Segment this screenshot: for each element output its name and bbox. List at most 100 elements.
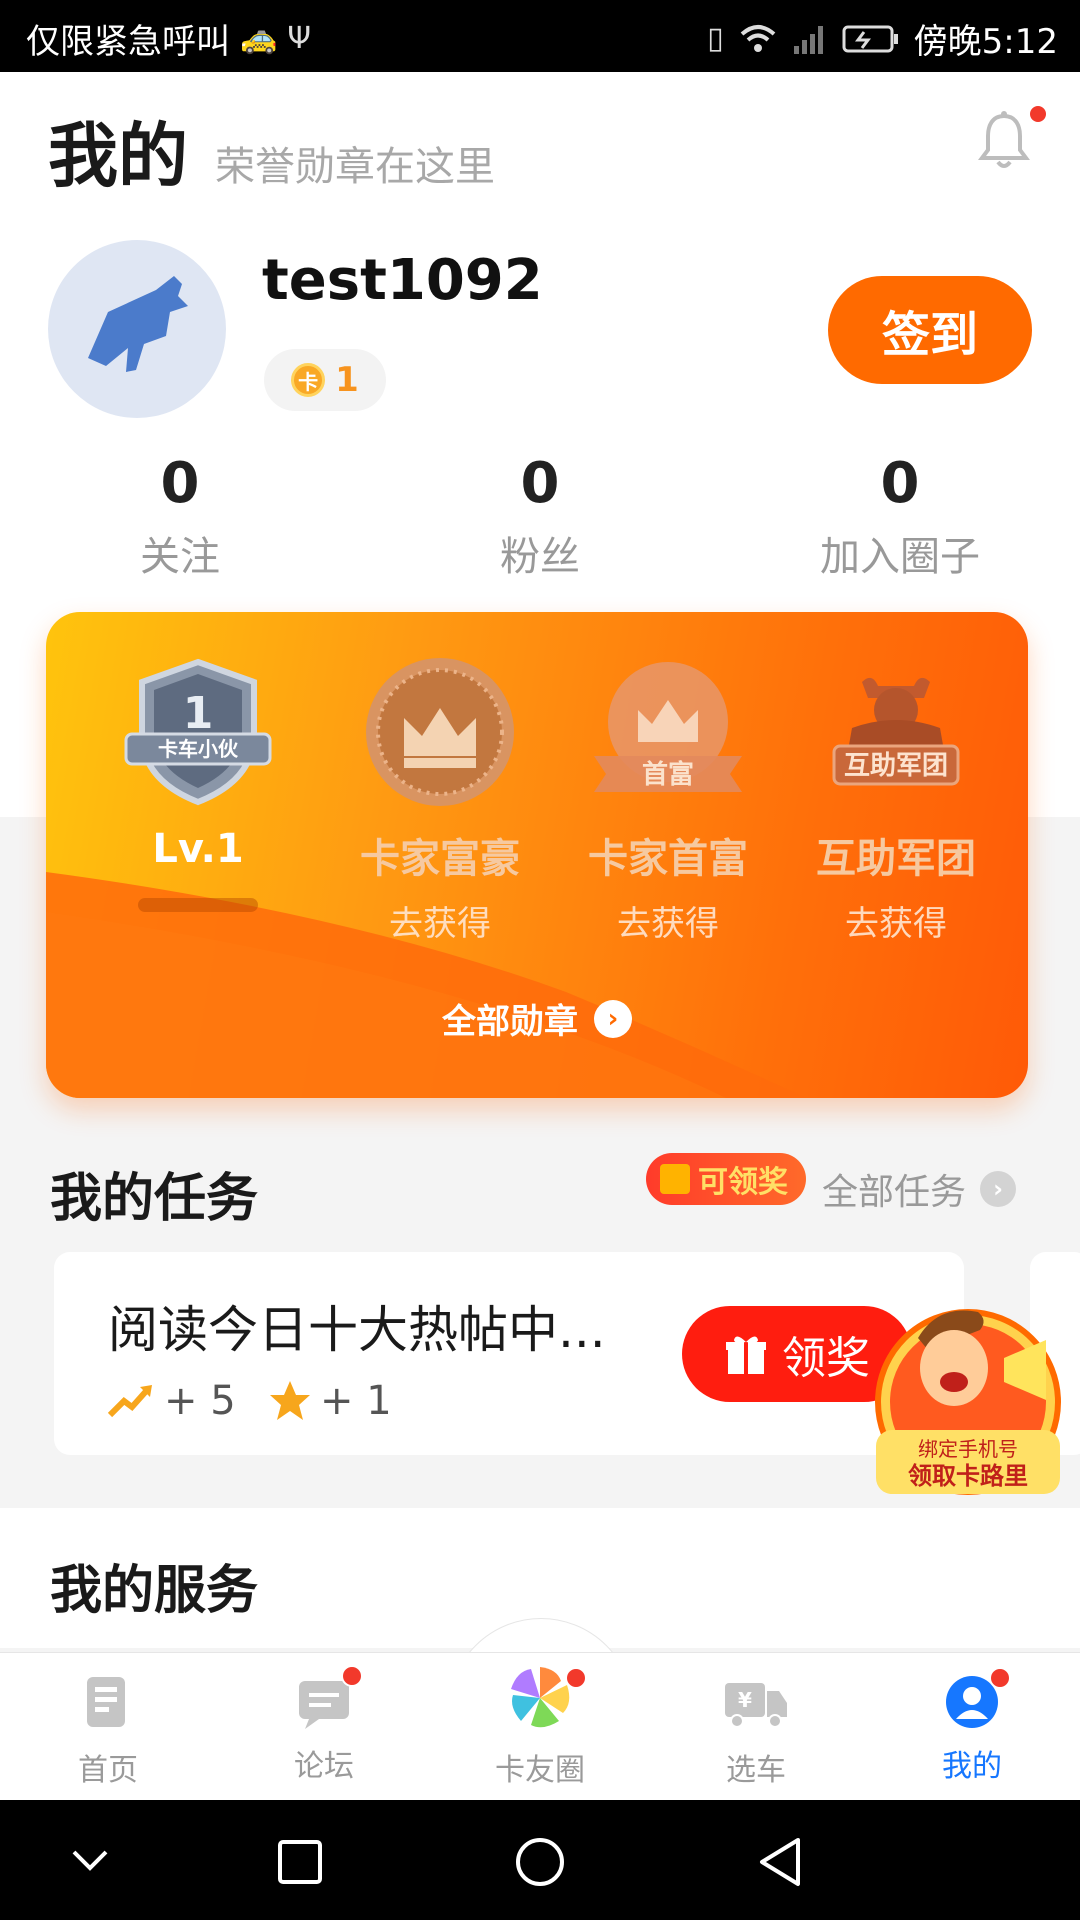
bottom-tab-bar: 首页 论坛 卡友圈 ¥ 选车 我的 [0,1652,1080,1801]
usb-icon: Ψ [287,21,311,56]
tab-label: 选车 [726,1753,786,1788]
promo-mascot-icon: 绑定手机号 领取卡路里 [875,1309,1061,1495]
back-triangle-icon[interactable] [756,1836,804,1888]
shield-badge-icon: 1 卡车小伙 [124,658,272,806]
medal-sub: 去获得 [617,904,719,944]
claim-label: 领奖 [782,1334,870,1383]
promo-line1: 绑定手机号 [918,1437,1018,1461]
stat-label: 关注 [140,534,220,580]
medal-mutual-aid[interactable]: 互助军团 互助军团 去获得 [786,652,1006,945]
wifi-icon [740,24,775,52]
gift-icon [660,1164,690,1194]
status-bar: 仅限紧急呼叫 🚕 Ψ ▯ 傍晚5:12 [0,0,1080,72]
crown-medal-icon [366,658,514,806]
bull-warrior-medal-icon: 互助军团 [832,677,960,786]
home-doc-icon [87,1677,125,1727]
tab-select-car[interactable]: ¥ 选车 [676,1675,836,1789]
services-title: 我的服务 [50,1561,259,1621]
stat-label: 粉丝 [500,534,580,580]
pinwheel-icon [511,1667,570,1728]
shield-number: 1 [183,688,214,739]
medal-name: Lv.1 [152,826,244,872]
task-reward-points: + 5 [106,1378,236,1424]
all-tasks-label: 全部任务 [822,1172,967,1213]
signal-icon [793,25,823,54]
tab-label: 卡友圈 [495,1753,585,1788]
carrier-text: 仅限紧急呼叫 [26,22,230,62]
claimable-label: 可领奖 [698,1165,788,1200]
tab-label: 首页 [78,1753,138,1788]
medal-lv1[interactable]: 1 卡车小伙 Lv.1 [88,652,308,872]
reward-points-value: + 5 [164,1378,236,1424]
all-medals-label: 全部勋章 [442,1002,578,1042]
tab-label: 我的 [942,1749,1002,1784]
stat-label: 加入圈子 [820,534,980,580]
gift-icon [726,1336,766,1374]
claimable-badge: 可领奖 [646,1153,806,1205]
task-title: 阅读今日十大热帖中... [108,1301,606,1359]
tab-icon-wrap [945,1667,1011,1729]
home-circle-icon[interactable] [514,1836,566,1888]
clock-text: 傍晚5:12 [913,22,1058,62]
trend-up-icon [107,1385,152,1418]
page-subtitle: 荣誉勋章在这里 [215,144,495,190]
collapse-chevron-icon[interactable] [66,1840,114,1880]
stat-value: 0 [160,451,200,516]
chevron-right-icon: › [980,1171,1017,1207]
tab-badge-dot [565,1667,587,1689]
signin-button[interactable]: 签到 [828,276,1032,384]
bind-phone-promo[interactable]: 绑定手机号 领取卡路里 [868,1290,1068,1500]
coin-count: 1 [335,360,359,400]
medal-banner-text: 互助军团 [844,751,948,781]
stat-circles[interactable]: 0 加入圈子 [790,450,1010,582]
tab-icon-wrap [297,1665,363,1729]
all-medals-link[interactable]: 全部勋章 › [46,994,1028,1043]
stat-following[interactable]: 0 关注 [70,450,290,582]
notification-bell-icon[interactable] [976,110,1032,174]
vibrate-icon: ▯ [707,21,724,56]
truck-icon: ¥ [725,1683,787,1728]
task-reward-stars: + 1 [268,1378,392,1424]
notification-dot [1030,106,1046,122]
chevron-right-icon: › [594,999,632,1038]
shield-ribbon-text: 卡车小伙 [158,737,239,761]
medal-richest[interactable]: 首富 卡家首富 去获得 [558,652,778,945]
crown-ribbon-medal-icon: 首富 [594,662,742,792]
medal-name: 互助军团 [816,836,976,882]
coin-icon: 卡 [291,363,326,397]
stat-value: 0 [880,451,920,516]
medal-rich[interactable]: 卡家富豪 去获得 [330,652,550,945]
tab-forum[interactable]: 论坛 [244,1665,404,1785]
medal-sub: 去获得 [845,904,947,944]
tasks-title: 我的任务 [50,1169,259,1229]
medal-card[interactable]: 1 卡车小伙 Lv.1 卡家富豪 去获得 首富 卡家首富 去获得 互助军团 互助… [46,612,1028,1098]
page-title: 我的 [48,114,188,197]
stat-followers[interactable]: 0 粉丝 [430,450,650,582]
tab-label: 论坛 [294,1749,354,1784]
tab-home[interactable]: 首页 [28,1675,188,1789]
svg-text:¥: ¥ [738,1688,752,1712]
tab-mine[interactable]: 我的 [892,1667,1052,1785]
promo-line2: 领取卡路里 [908,1462,1028,1490]
medal-name: 卡家富豪 [360,836,520,882]
tab-circle[interactable]: 卡友圈 [460,1667,620,1789]
tab-badge-dot [341,1665,363,1687]
battery-icon [842,25,898,52]
medal-ribbon-text: 首富 [642,759,694,790]
taxi-icon: 🚕 [240,21,278,56]
level-progress-bar [138,898,258,912]
system-nav-bar [0,1800,1080,1920]
reward-stars-value: + 1 [320,1378,392,1424]
recents-square-icon[interactable] [276,1838,324,1886]
avatar[interactable] [48,240,226,418]
all-tasks-link[interactable]: 全部任务 › [822,1163,1017,1215]
star-icon [270,1381,310,1420]
tab-badge-dot [989,1667,1011,1689]
tab-icon-wrap [505,1663,587,1733]
coin-balance[interactable]: 卡 1 [264,349,386,411]
bull-avatar-icon [88,276,188,372]
medal-name: 卡家首富 [588,836,748,882]
stat-value: 0 [520,451,560,516]
username: test1092 [262,248,543,313]
medal-sub: 去获得 [389,904,491,944]
